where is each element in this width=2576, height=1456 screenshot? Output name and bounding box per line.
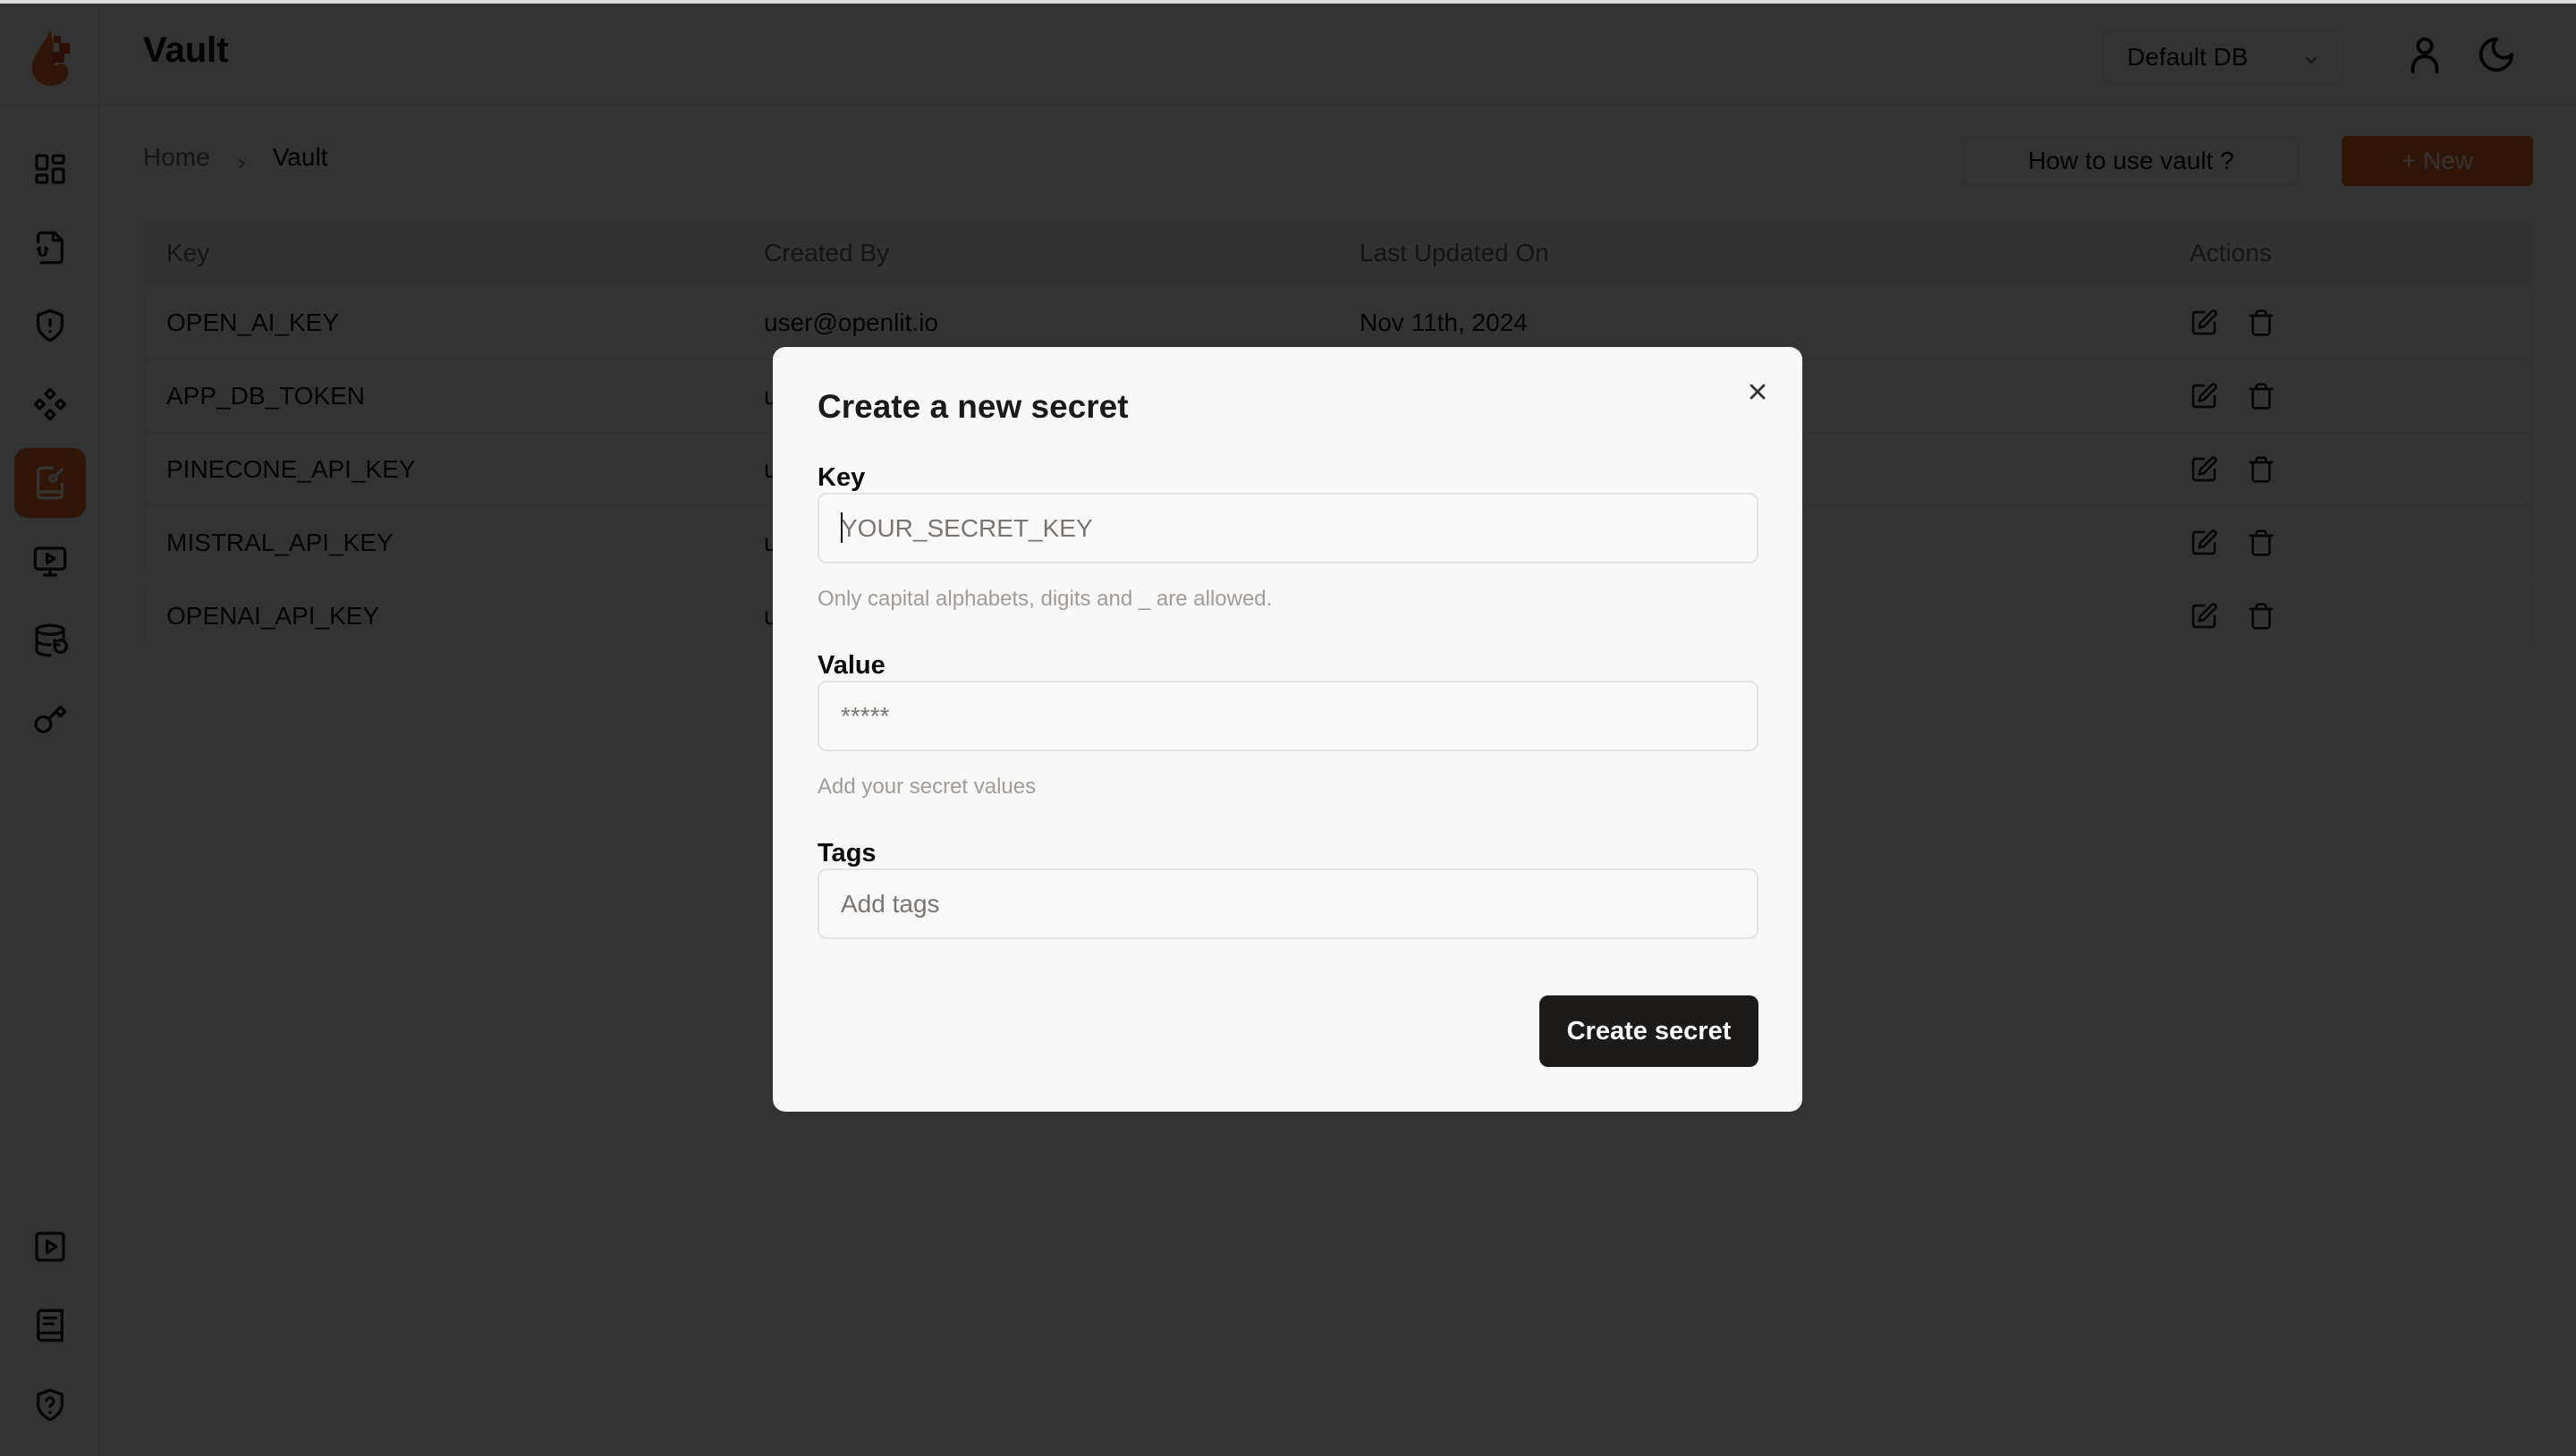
value-helper-text: Add your secret values <box>818 775 1037 799</box>
key-label: Key <box>818 463 866 492</box>
dialog-title: Create a new secret <box>818 388 1129 425</box>
create-secret-dialog: Create a new secret Key Only capital alp… <box>773 347 1802 1112</box>
key-helper-text: Only capital alphabets, digits and _ are… <box>818 587 1273 611</box>
tags-label: Tags <box>818 839 877 868</box>
value-input[interactable] <box>818 681 1758 751</box>
value-label: Value <box>818 651 886 680</box>
text-caret <box>841 512 843 543</box>
close-icon[interactable] <box>1745 379 1770 404</box>
key-input[interactable] <box>818 493 1758 563</box>
create-secret-button[interactable]: Create secret <box>1539 995 1758 1067</box>
window-top-border <box>0 0 2576 4</box>
tags-input[interactable] <box>818 868 1758 939</box>
